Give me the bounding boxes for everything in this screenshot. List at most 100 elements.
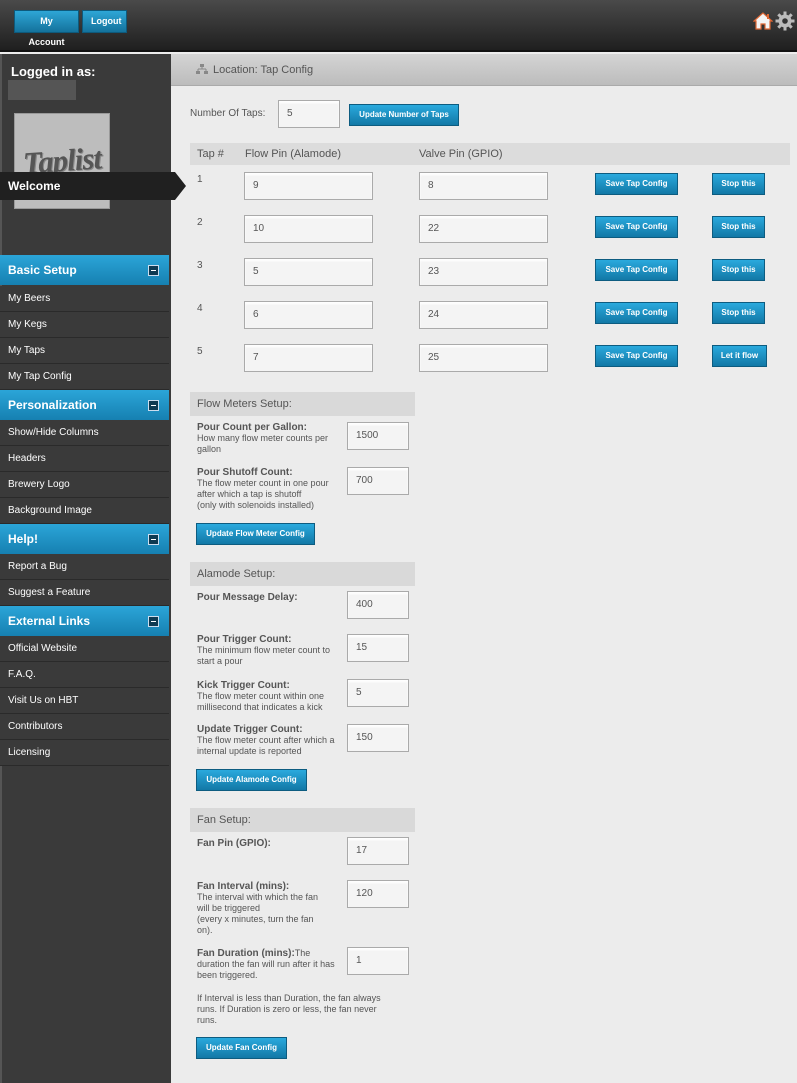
update-trigger-input[interactable]: 150 bbox=[347, 724, 409, 752]
delay-label: Pour Message Delay: bbox=[197, 592, 298, 603]
sidebar-item-background-image[interactable]: Background Image bbox=[0, 498, 169, 524]
save-tap-config-button[interactable]: Save Tap Config bbox=[595, 345, 678, 367]
pour-delay-input[interactable]: 400 bbox=[347, 591, 409, 619]
update-trigger-desc: The flow meter count after which a inter… bbox=[197, 735, 335, 756]
save-tap-config-button[interactable]: Save Tap Config bbox=[595, 216, 678, 238]
stop-tap-button[interactable]: Stop this bbox=[712, 259, 765, 281]
sidebar-item-licensing[interactable]: Licensing bbox=[0, 740, 169, 766]
valve-pin-input[interactable]: 22 bbox=[419, 215, 548, 243]
sidebar-section-basic-setup[interactable]: Basic Setup bbox=[0, 255, 169, 285]
fan-duration-label: Fan Duration (mins): bbox=[197, 948, 295, 959]
shutoff-count-input[interactable]: 700 bbox=[347, 467, 409, 495]
home-icon[interactable] bbox=[753, 12, 773, 30]
pour-count-label: Pour Count per Gallon: bbox=[197, 422, 307, 433]
trigger-label: Pour Trigger Count: bbox=[197, 634, 292, 645]
fan-duration-field-label: Fan Duration (mins):The duration the fan… bbox=[197, 948, 337, 981]
fan-note: If Interval is less than Duration, the f… bbox=[197, 993, 381, 1025]
collapse-icon[interactable] bbox=[148, 616, 159, 627]
fan-interval-desc-note: (every x minutes, turn the fan on). bbox=[197, 914, 314, 935]
shutoff-field-label: Pour Shutoff Count: The flow meter count… bbox=[197, 467, 342, 511]
valve-pin-input[interactable]: 8 bbox=[419, 172, 548, 200]
kick-count-input[interactable]: 5 bbox=[347, 679, 409, 707]
sidebar-item-official-website[interactable]: Official Website bbox=[0, 636, 169, 662]
fan-interval-input[interactable]: 120 bbox=[347, 880, 409, 908]
update-trigger-label: Update Trigger Count: bbox=[197, 724, 303, 735]
fan-duration-input[interactable]: 1 bbox=[347, 947, 409, 975]
update-alamode-config-button[interactable]: Update Alamode Config bbox=[196, 769, 307, 791]
tap-table-header: Tap # Flow Pin (Alamode) Valve Pin (GPIO… bbox=[190, 143, 790, 165]
save-tap-config-button[interactable]: Save Tap Config bbox=[595, 173, 678, 195]
collapse-icon[interactable] bbox=[148, 400, 159, 411]
sidebar-item-visit-hbt[interactable]: Visit Us on HBT bbox=[0, 688, 169, 714]
flow-meters-header: Flow Meters Setup: bbox=[190, 392, 415, 416]
valve-pin-input[interactable]: 23 bbox=[419, 258, 548, 286]
sidebar-item-my-beers[interactable]: My Beers bbox=[0, 286, 169, 312]
sidebar-item-headers[interactable]: Headers bbox=[0, 446, 169, 472]
sidebar-item-suggest-feature[interactable]: Suggest a Feature bbox=[0, 580, 169, 606]
top-bar: My Account Logout bbox=[0, 0, 797, 52]
fan-pin-field-label: Fan Pin (GPIO): bbox=[197, 838, 342, 849]
let-it-flow-button[interactable]: Let it flow bbox=[712, 345, 767, 367]
sidebar-item-my-kegs[interactable]: My Kegs bbox=[0, 312, 169, 338]
section-title: Personalization bbox=[8, 398, 97, 412]
save-tap-config-button[interactable]: Save Tap Config bbox=[595, 259, 678, 281]
tap-number: 5 bbox=[197, 346, 203, 357]
stop-tap-button[interactable]: Stop this bbox=[712, 302, 765, 324]
trigger-count-input[interactable]: 15 bbox=[347, 634, 409, 662]
logged-in-label: Logged in as: bbox=[11, 64, 96, 79]
sidebar-section-help[interactable]: Help! bbox=[0, 524, 169, 554]
tap-number: 4 bbox=[197, 303, 203, 314]
tap-number: 3 bbox=[197, 260, 203, 271]
username-box bbox=[8, 80, 76, 100]
stop-tap-button[interactable]: Stop this bbox=[712, 216, 765, 238]
tap-number: 1 bbox=[197, 174, 203, 185]
shutoff-desc-note: (only with solenoids installed) bbox=[197, 500, 315, 510]
alamode-header: Alamode Setup: bbox=[190, 562, 415, 586]
update-flow-meter-config-button[interactable]: Update Flow Meter Config bbox=[196, 523, 315, 545]
my-account-button[interactable]: My Account bbox=[14, 10, 79, 47]
kick-label: Kick Trigger Count: bbox=[197, 680, 290, 691]
flow-pin-input[interactable]: 9 bbox=[244, 172, 373, 200]
valve-pin-input[interactable]: 24 bbox=[419, 301, 548, 329]
collapse-icon[interactable] bbox=[148, 265, 159, 276]
sidebar-item-my-taps[interactable]: My Taps bbox=[0, 338, 169, 364]
collapse-icon[interactable] bbox=[148, 534, 159, 545]
number-of-taps-input[interactable]: 5 bbox=[278, 100, 340, 128]
delay-field-label: Pour Message Delay: bbox=[197, 592, 342, 603]
shutoff-desc: The flow meter count in one pour after w… bbox=[197, 478, 329, 499]
section-title: Basic Setup bbox=[8, 263, 77, 277]
pour-count-input[interactable]: 1500 bbox=[347, 422, 409, 450]
pour-count-field-label: Pour Count per Gallon: How many flow met… bbox=[197, 422, 342, 455]
trigger-field-label: Pour Trigger Count: The minimum flow met… bbox=[197, 634, 342, 667]
logout-button[interactable]: Logout bbox=[82, 10, 127, 33]
sidebar-item-brewery-logo[interactable]: Brewery Logo bbox=[0, 472, 169, 498]
flow-pin-input[interactable]: 10 bbox=[244, 215, 373, 243]
flow-pin-input[interactable]: 7 bbox=[244, 344, 373, 372]
sidebar-item-show-hide-columns[interactable]: Show/Hide Columns bbox=[0, 420, 169, 446]
shutoff-label: Pour Shutoff Count: bbox=[197, 467, 293, 478]
gear-icon[interactable] bbox=[775, 11, 795, 31]
stop-tap-button[interactable]: Stop this bbox=[712, 173, 765, 195]
kick-field-label: Kick Trigger Count: The flow meter count… bbox=[197, 680, 342, 713]
number-of-taps-label: Number Of Taps: bbox=[190, 108, 266, 119]
sidebar-item-welcome[interactable]: Welcome bbox=[0, 172, 175, 200]
fan-header: Fan Setup: bbox=[190, 808, 415, 832]
flow-pin-input[interactable]: 5 bbox=[244, 258, 373, 286]
active-arrow bbox=[175, 172, 186, 200]
update-number-of-taps-button[interactable]: Update Number of Taps bbox=[349, 104, 459, 126]
sidebar-section-personalization[interactable]: Personalization bbox=[0, 390, 169, 420]
kick-desc: The flow meter count within one millisec… bbox=[197, 691, 325, 712]
valve-pin-input[interactable]: 25 bbox=[419, 344, 548, 372]
sidebar-item-my-tap-config[interactable]: My Tap Config bbox=[0, 364, 169, 390]
update-fan-config-button[interactable]: Update Fan Config bbox=[196, 1037, 287, 1059]
sidebar-item-faq[interactable]: F.A.Q. bbox=[0, 662, 169, 688]
flow-pin-input[interactable]: 6 bbox=[244, 301, 373, 329]
save-tap-config-button[interactable]: Save Tap Config bbox=[595, 302, 678, 324]
fan-pin-input[interactable]: 17 bbox=[347, 837, 409, 865]
fan-interval-field-label: Fan Interval (mins): The interval with w… bbox=[197, 881, 327, 936]
sidebar-item-report-bug[interactable]: Report a Bug bbox=[0, 554, 169, 580]
col-flow-pin: Flow Pin (Alamode) bbox=[245, 148, 341, 160]
sidebar-section-external-links[interactable]: External Links bbox=[0, 606, 169, 636]
sidebar-item-contributors[interactable]: Contributors bbox=[0, 714, 169, 740]
sitemap-icon bbox=[196, 64, 208, 74]
